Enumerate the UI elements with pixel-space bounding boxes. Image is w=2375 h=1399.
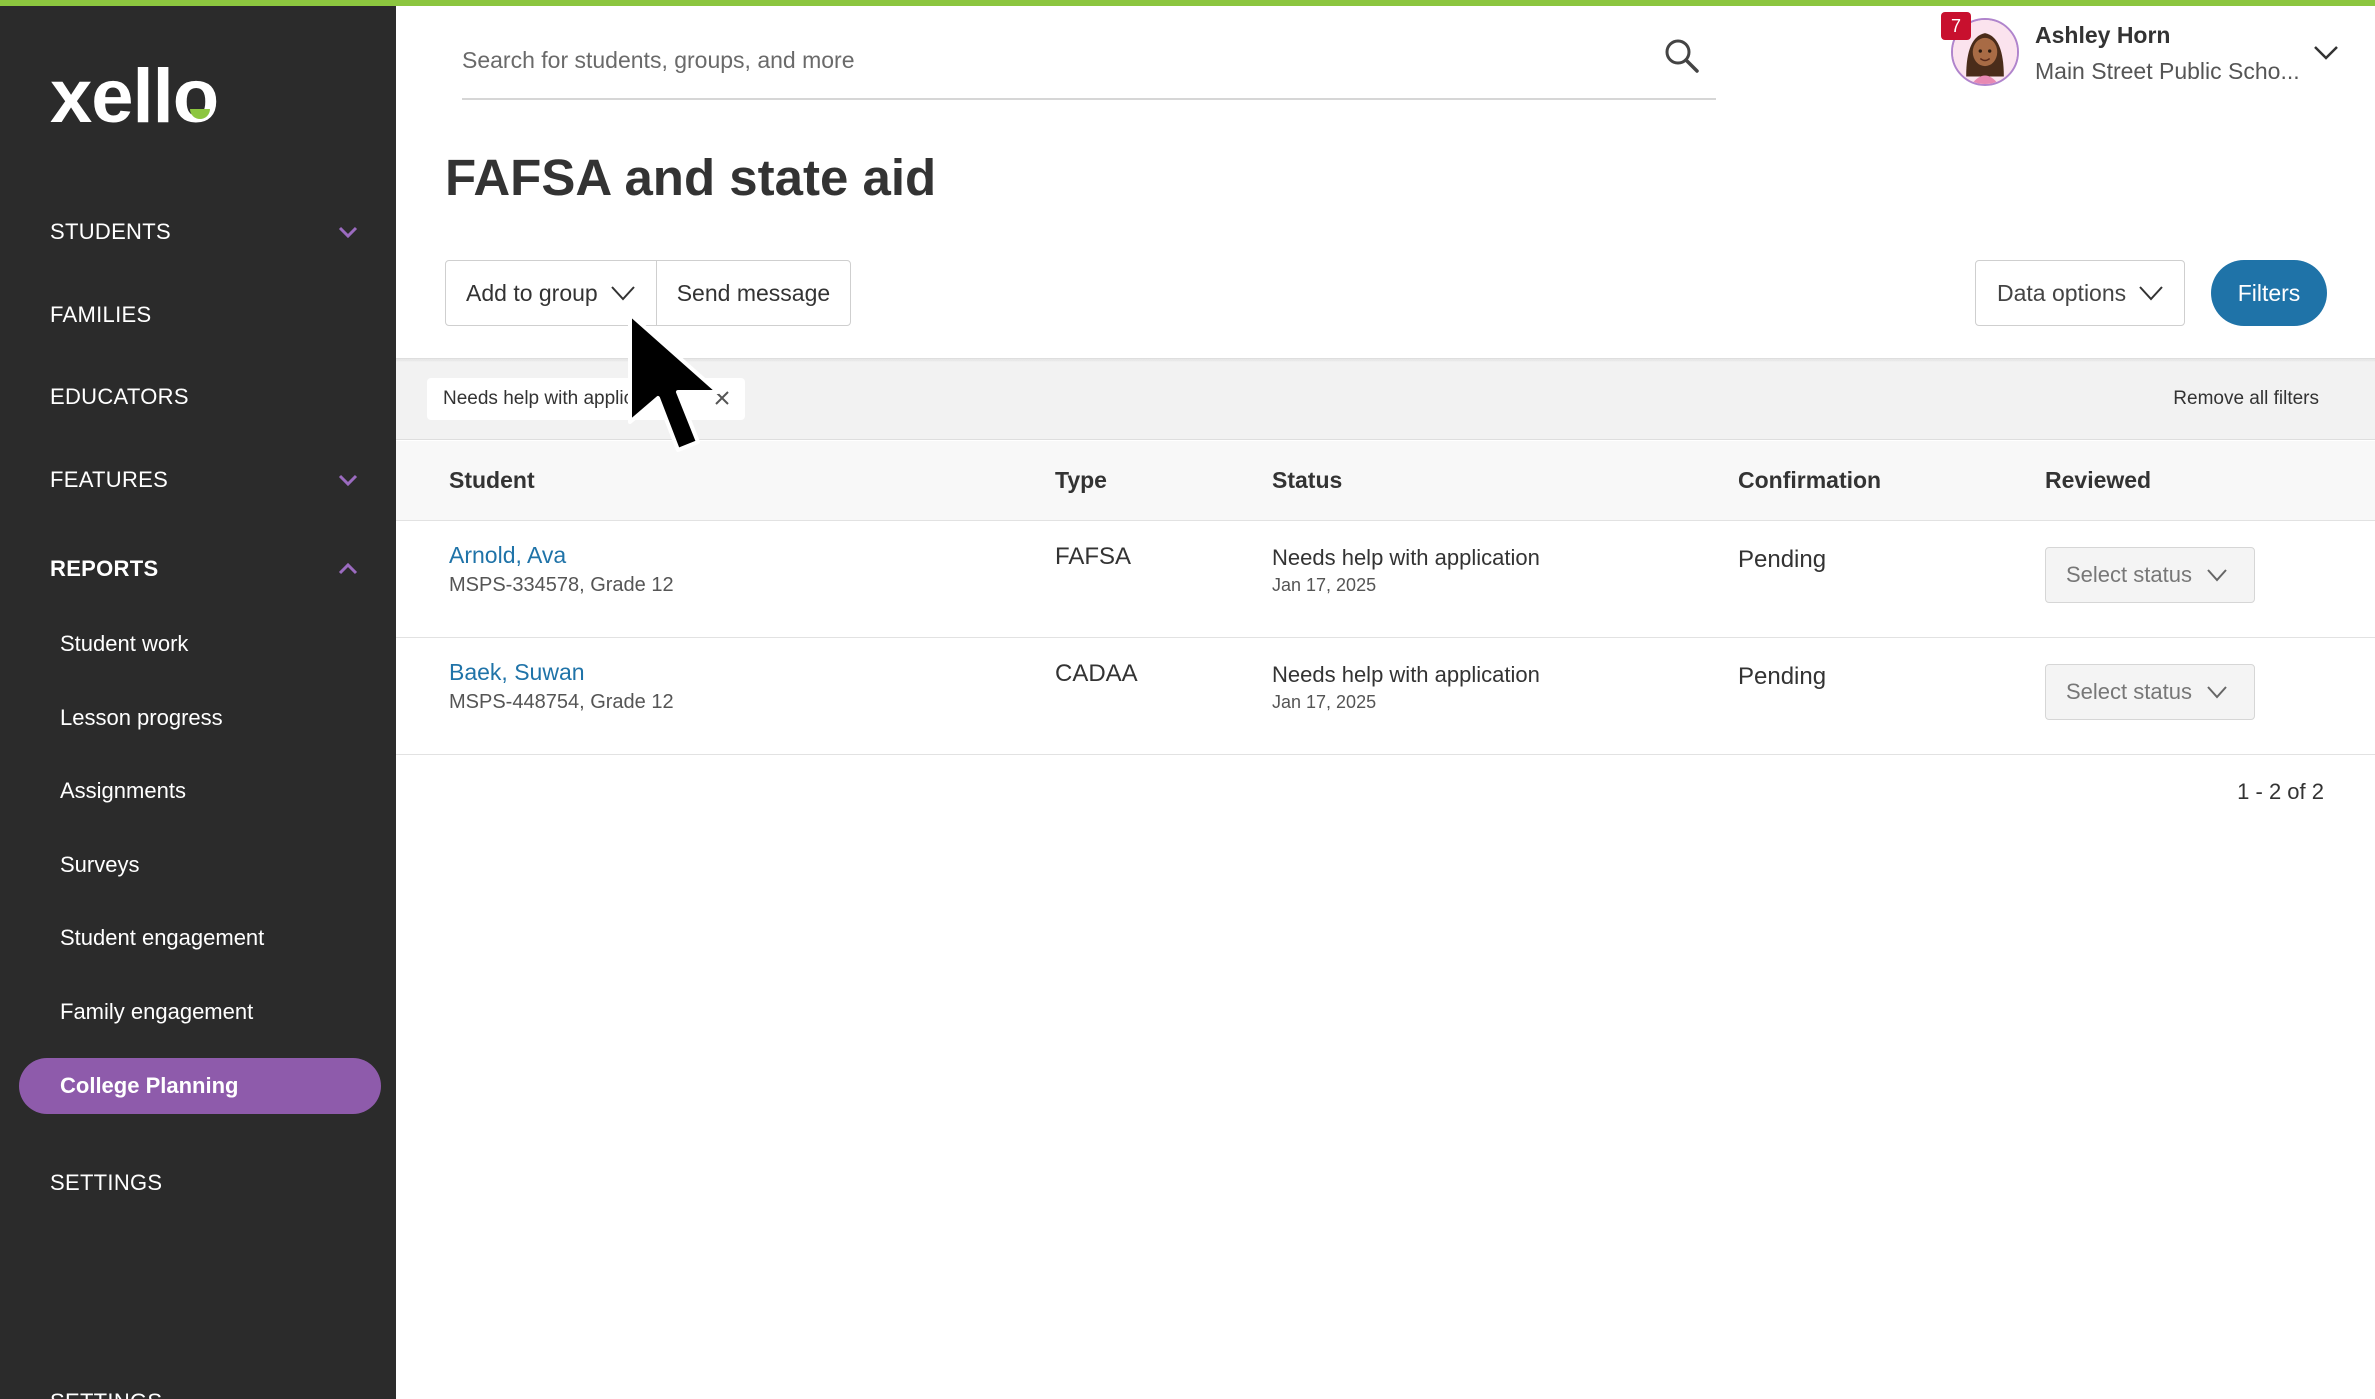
status-date: Jan 17, 2025 bbox=[1272, 575, 1377, 595]
data-options-label: Data options bbox=[1997, 279, 2127, 306]
column-header-reviewed[interactable]: Reviewed bbox=[2045, 467, 2151, 494]
column-header-type[interactable]: Type bbox=[1055, 467, 1107, 494]
chevron-down-icon bbox=[2139, 286, 2163, 301]
student-id: MSPS-334578, Grade 12 bbox=[449, 574, 674, 596]
sidebar-subitem-student-work[interactable]: Student work bbox=[0, 615, 396, 673]
table-header: Student Type Status Confirmation Reviewe… bbox=[396, 441, 2375, 521]
sidebar-subitem-student-engagement[interactable]: Student engagement bbox=[0, 909, 396, 967]
sidebar-item-settings-secondary[interactable]: SETTINGS bbox=[0, 1372, 396, 1399]
sidebar-subitem-college-planning[interactable]: College Planning bbox=[19, 1058, 381, 1114]
sidebar-item-reports[interactable]: REPORTS bbox=[0, 539, 396, 599]
active-filters-bar: Needs help with applica Remove all filte… bbox=[396, 360, 2375, 440]
sidebar-item-features[interactable]: FEATURES bbox=[0, 450, 396, 510]
application-type: CADAA bbox=[1055, 660, 1138, 687]
select-status-label: Select status bbox=[2066, 679, 2192, 704]
sidebar-subitem-label: Lesson progress bbox=[60, 705, 223, 730]
sidebar-item-label: REPORTS bbox=[50, 556, 159, 581]
action-button-group: Add to group Send message bbox=[445, 260, 852, 326]
xello-logo[interactable]: xello bbox=[50, 59, 219, 135]
column-header-student[interactable]: Student bbox=[449, 467, 535, 494]
data-options-button[interactable]: Data options bbox=[1975, 260, 2185, 326]
user-name: Ashley Horn bbox=[2035, 22, 2171, 48]
filters-button[interactable]: Filters bbox=[2211, 260, 2327, 326]
sidebar-item-label: FAMILIES bbox=[50, 302, 152, 327]
student-name-link[interactable]: Arnold, Ava bbox=[449, 542, 566, 569]
column-header-confirmation[interactable]: Confirmation bbox=[1738, 467, 1881, 494]
sidebar-subitem-label: Student work bbox=[60, 631, 189, 656]
filter-chip-label: Needs help with applica bbox=[443, 388, 644, 409]
status-text: Needs help with application bbox=[1272, 545, 1540, 570]
chevron-down-icon[interactable] bbox=[2312, 40, 2340, 64]
student-id: MSPS-448754, Grade 12 bbox=[449, 691, 674, 713]
confirmation-text: Pending bbox=[1738, 663, 1827, 690]
chevron-up-icon bbox=[338, 562, 358, 575]
sidebar-subitem-assignments[interactable]: Assignments bbox=[0, 762, 396, 820]
remove-all-filters-link[interactable]: Remove all filters bbox=[2173, 388, 2319, 410]
sidebar-subitem-label: Student engagement bbox=[60, 925, 265, 950]
chevron-down-icon bbox=[338, 226, 358, 239]
sidebar-item-students[interactable]: STUDENTS bbox=[0, 202, 396, 262]
pagination-info: 1 - 2 of 2 bbox=[2237, 779, 2324, 804]
search-input[interactable] bbox=[462, 40, 1622, 80]
application-type: FAFSA bbox=[1055, 543, 1132, 570]
page-title: FAFSA and state aid bbox=[445, 149, 937, 206]
sidebar-item-educators[interactable]: EDUCATORS bbox=[0, 367, 396, 427]
reviewed-status-select[interactable]: Select status bbox=[2045, 664, 2255, 720]
filter-chip[interactable]: Needs help with applica bbox=[427, 378, 745, 420]
sidebar-item-settings[interactable]: SETTINGS bbox=[0, 1153, 396, 1213]
sidebar-subitem-label: Assignments bbox=[60, 778, 186, 803]
notification-badge[interactable]: 7 bbox=[1941, 12, 1971, 40]
user-school: Main Street Public Scho... bbox=[2035, 58, 2300, 84]
chevron-down-icon bbox=[2207, 686, 2227, 699]
sidebar-subitem-label: Surveys bbox=[60, 852, 140, 877]
search-icon[interactable] bbox=[1662, 36, 1702, 76]
table-row: Baek, Suwan MSPS-448754, Grade 12 CADAA … bbox=[396, 638, 2375, 755]
sidebar-item-label: SETTINGS bbox=[50, 1389, 162, 1399]
table-row: Arnold, Ava MSPS-334578, Grade 12 FAFSA … bbox=[396, 521, 2375, 638]
search-bar bbox=[462, 22, 1716, 100]
toolbar-shadow bbox=[396, 358, 2375, 362]
close-icon[interactable] bbox=[711, 387, 733, 409]
column-header-status[interactable]: Status bbox=[1272, 467, 1342, 494]
student-name-link[interactable]: Baek, Suwan bbox=[449, 659, 585, 686]
chevron-down-icon bbox=[338, 474, 358, 487]
add-to-group-label: Add to group bbox=[466, 279, 598, 306]
sidebar-item-label: STUDENTS bbox=[50, 219, 171, 244]
sidebar-item-label: FEATURES bbox=[50, 467, 169, 492]
sidebar-item-families[interactable]: FAMILIES bbox=[0, 285, 396, 345]
sidebar: xello STUDENTS FAMILIES EDUCATORS FEATUR… bbox=[0, 6, 396, 1399]
send-message-label: Send message bbox=[676, 279, 831, 306]
reviewed-status-select[interactable]: Select status bbox=[2045, 547, 2255, 603]
status-text: Needs help with application bbox=[1272, 662, 1540, 687]
chevron-down-icon bbox=[2207, 569, 2227, 582]
sidebar-item-label: SETTINGS bbox=[50, 1170, 163, 1195]
sidebar-subitem-lesson-progress[interactable]: Lesson progress bbox=[0, 689, 396, 747]
status-date: Jan 17, 2025 bbox=[1272, 692, 1377, 712]
send-message-button[interactable]: Send message bbox=[655, 261, 850, 325]
confirmation-text: Pending bbox=[1738, 546, 1827, 573]
add-to-group-button[interactable]: Add to group bbox=[446, 261, 656, 325]
sidebar-subitem-surveys[interactable]: Surveys bbox=[0, 836, 396, 894]
sidebar-subitem-family-engagement[interactable]: Family engagement bbox=[0, 983, 396, 1041]
sidebar-subitem-label: Family engagement bbox=[60, 999, 254, 1024]
sidebar-subitem-label: College Planning bbox=[60, 1073, 239, 1098]
chevron-down-icon bbox=[610, 286, 635, 301]
sidebar-item-label: EDUCATORS bbox=[50, 384, 189, 409]
select-status-label: Select status bbox=[2066, 562, 2192, 587]
